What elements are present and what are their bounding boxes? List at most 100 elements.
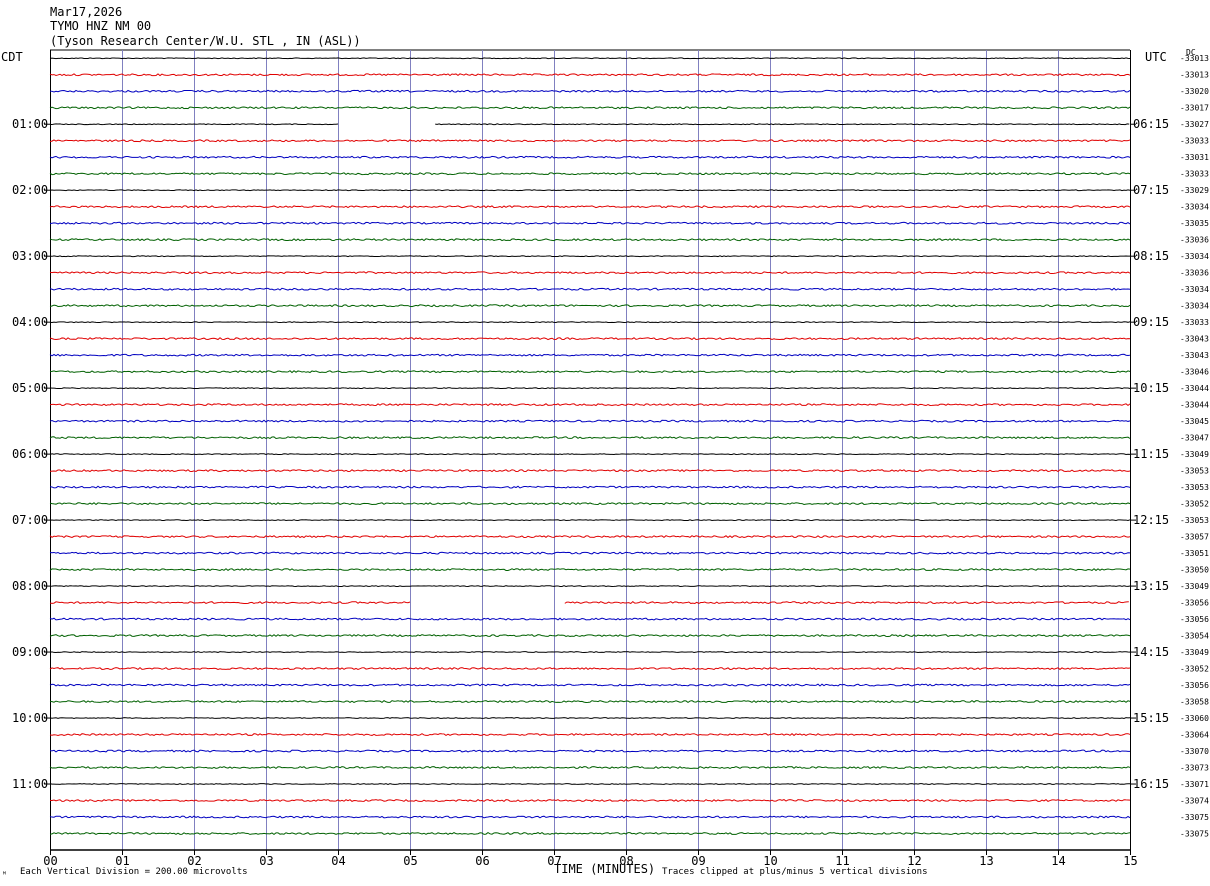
dc-offset-label: -33031 [1180,153,1209,162]
trace-line [49,189,1131,192]
trace-line [49,123,339,126]
cdt-hour-label: 07:00 [12,513,48,527]
x-tick-label: 09 [691,854,705,868]
seismogram-plot: 00 01 02 03 04 05 06 07 08 09 10 11 12 13 14 15-33013-3… [12,49,1209,868]
dc-offset-label: -33070 [1180,747,1209,756]
dc-offset-label: -33056 [1180,615,1209,624]
dc-offset-label: -33036 [1180,269,1209,278]
dc-offset-label: -33020 [1180,87,1209,96]
dc-offset-label: -33043 [1180,351,1209,360]
dc-offset-label: -33053 [1180,483,1209,492]
trace-line [49,221,1131,225]
trace-line [49,321,1131,324]
trace-line [49,155,1131,159]
trace-line [49,666,1131,671]
trace-line [49,683,1131,687]
dc-offset-label: -33043 [1180,335,1209,344]
dc-offset-label: -33049 [1180,582,1209,591]
dc-offset-label: -33044 [1180,401,1209,410]
dc-offset-label: -33045 [1180,417,1209,426]
trace-line [49,57,1131,60]
trace-line [435,123,1130,126]
trace-line [49,353,1131,357]
x-tick-label: 00 [43,854,57,868]
dc-offset-label: -33046 [1180,368,1209,377]
x-tick-label: 06 [475,854,489,868]
dc-offset-label: -33053 [1180,516,1209,525]
cdt-hour-label: 03:00 [12,249,48,263]
dc-offset-label: -33056 [1180,681,1209,690]
dc-offset-label: -33034 [1180,302,1209,311]
dc-offset-label: -33075 [1180,830,1209,839]
scale-note: Each Vertical Division = 200.00 microvol… [20,867,248,877]
utc-hour-label: 06:15 [1133,117,1169,131]
dc-offset-label: -33054 [1180,632,1209,641]
trace-line [49,370,1131,374]
dc-offset-label: -33013 [1180,71,1209,80]
dc-offset-label: -33017 [1180,104,1209,113]
x-tick-label: 02 [187,854,201,868]
trace-line [49,733,1131,737]
dc-offset-label: -33056 [1180,599,1209,608]
cdt-hour-label: 11:00 [12,777,48,791]
dc-offset-label: -33052 [1180,665,1209,674]
dc-offset-label: -33049 [1180,648,1209,657]
dc-offset-label: -33033 [1180,318,1209,327]
trace-line [49,551,1131,555]
dc-offset-label: -33058 [1180,698,1209,707]
utc-hour-label: 12:15 [1133,513,1169,527]
dc-offset-label: -33052 [1180,500,1209,509]
trace-line [49,717,1131,719]
trace-line [49,238,1131,242]
dc-offset-label: -33049 [1180,450,1209,459]
dc-offset-label: -33073 [1180,764,1209,773]
trace-line [49,502,1131,506]
dc-offset-label: -33074 [1180,797,1209,806]
dc-offset-label: -33071 [1180,780,1209,789]
trace-line [49,799,1131,803]
trace-line [49,832,1131,835]
cdt-hour-label: 05:00 [12,381,48,395]
cdt-hour-label: 01:00 [12,117,48,131]
utc-hour-label: 10:15 [1133,381,1169,395]
cdt-hour-label: 02:00 [12,183,48,197]
trace-line [49,634,1131,638]
dc-offset-label: -33033 [1180,137,1209,146]
cdt-hour-label: 04:00 [12,315,48,329]
dc-offset-label: -33060 [1180,714,1209,723]
trace-line [49,617,1131,621]
utc-hour-label: 07:15 [1133,183,1169,197]
cdt-hour-label: 10:00 [12,711,48,725]
utc-hour-label: 16:15 [1133,777,1169,791]
x-tick-label: 03 [259,854,273,868]
trace-line [49,601,411,605]
trace-line [49,783,1131,785]
dc-offset-label: -33029 [1180,186,1209,195]
dc-offset-label: -33064 [1180,731,1209,740]
trace-line [49,585,1131,587]
trace-line [49,403,1131,407]
utc-hour-label: 14:15 [1133,645,1169,659]
trace-line [49,89,1131,93]
dc-offset-label: -33051 [1180,549,1209,558]
trace-line [49,205,1131,209]
trace-line [49,271,1131,275]
dc-offset-label: -33050 [1180,566,1209,575]
dc-offset-label: -33034 [1180,285,1209,294]
clip-note: Traces clipped at plus/minus 5 vertical … [662,867,928,877]
utc-hour-label: 15:15 [1133,711,1169,725]
trace-line [49,766,1131,770]
cdt-hour-label: 09:00 [12,645,48,659]
trace-line [49,255,1131,258]
dc-offset-label: -33034 [1180,252,1209,261]
trace-line [49,106,1131,110]
x-tick-label: 05 [403,854,417,868]
trace-line [49,568,1131,572]
trace-line [49,304,1131,308]
dc-offset-label: -33044 [1180,384,1209,393]
x-axis-title: TIME (MINUTES) [554,862,656,876]
trace-line [49,535,1131,539]
trace-line [49,139,1131,143]
x-tick-label: 10 [763,854,777,868]
trace-line [564,601,1129,605]
